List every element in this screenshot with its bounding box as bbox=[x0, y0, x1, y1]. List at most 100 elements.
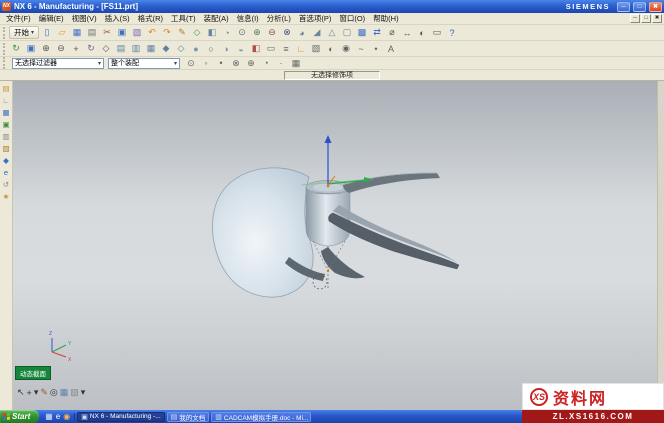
menu-item[interactable]: 编辑(E) bbox=[35, 13, 68, 24]
immediate-hide-icon[interactable]: ◉ bbox=[339, 42, 353, 55]
right-view-icon[interactable]: ▦ bbox=[144, 42, 158, 55]
zoom-in-icon[interactable]: ⊕ bbox=[39, 42, 53, 55]
quadrant-point-icon[interactable]: ◔ bbox=[259, 57, 273, 70]
start-menu-button[interactable]: 开始 ▾ bbox=[9, 26, 39, 39]
menu-item[interactable]: 信息(I) bbox=[233, 13, 263, 24]
history-icon[interactable]: ↺ bbox=[1, 179, 12, 189]
existing-point-icon[interactable]: · bbox=[274, 57, 288, 70]
machine-tool-navigator-icon[interactable]: ▥ bbox=[1, 131, 12, 141]
toolbar-grip[interactable] bbox=[3, 43, 6, 55]
menu-item[interactable]: 工具(T) bbox=[167, 13, 200, 24]
print-icon[interactable]: ▤ bbox=[85, 26, 99, 39]
menu-item[interactable]: 文件(F) bbox=[2, 13, 35, 24]
show-hide-toggle-icon[interactable]: ◐ bbox=[324, 42, 338, 55]
point-icon[interactable]: • bbox=[369, 42, 383, 55]
task-word-doc[interactable]: ▥ CADCAM模拟手册.doc - Mi... bbox=[211, 412, 311, 422]
curve-icon[interactable]: ~ bbox=[354, 42, 368, 55]
menu-item[interactable]: 首选项(P) bbox=[295, 13, 336, 24]
perspective-icon[interactable]: ◇ bbox=[99, 42, 113, 55]
revolve-icon[interactable]: ◔ bbox=[220, 26, 234, 39]
pattern-icon[interactable]: ▩ bbox=[355, 26, 369, 39]
start-button[interactable]: Start bbox=[0, 410, 39, 423]
shaded-view-icon[interactable]: ● bbox=[189, 42, 203, 55]
graphics-window[interactable]: Z X Y 动态截面 ↖+▾✎◎▦▧▾ bbox=[13, 81, 657, 410]
refresh-icon[interactable]: ↻ bbox=[9, 42, 23, 55]
menu-item[interactable]: 视图(V) bbox=[68, 13, 101, 24]
cut-icon[interactable]: ✂ bbox=[100, 26, 114, 39]
front-view-icon[interactable]: ▤ bbox=[114, 42, 128, 55]
zoom-tool-icon[interactable]: ◎ bbox=[50, 387, 58, 398]
edge-blend-icon[interactable]: ◕ bbox=[295, 26, 309, 39]
mdi-close-button[interactable]: ✖ bbox=[652, 14, 662, 23]
chevron-down-icon[interactable]: ▾ bbox=[34, 387, 39, 398]
trimetric-view-icon[interactable]: ◇ bbox=[174, 42, 188, 55]
menu-item[interactable]: 装配(A) bbox=[200, 13, 233, 24]
mdi-maximize-button[interactable]: □ bbox=[641, 14, 651, 23]
pan-icon[interactable]: + bbox=[69, 42, 83, 55]
assembly-navigator-icon[interactable]: ▤ bbox=[1, 83, 12, 93]
snap-point-icon[interactable]: ⊙ bbox=[184, 57, 198, 70]
section-view-icon[interactable]: ◧ bbox=[249, 42, 263, 55]
toolbar-grip[interactable] bbox=[3, 27, 6, 39]
menu-item[interactable]: 分析(L) bbox=[263, 13, 295, 24]
hole-icon[interactable]: ⊙ bbox=[235, 26, 249, 39]
top-view-icon[interactable]: ▥ bbox=[129, 42, 143, 55]
shell-icon[interactable]: ▢ bbox=[340, 26, 354, 39]
hd3d-tools-icon[interactable]: ◆ bbox=[1, 155, 12, 165]
isometric-view-icon[interactable]: ◆ bbox=[159, 42, 173, 55]
end-point-icon[interactable]: ◦ bbox=[199, 57, 213, 70]
undo-icon[interactable]: ↶ bbox=[145, 26, 159, 39]
fit-window-icon[interactable]: ▣ bbox=[24, 42, 38, 55]
new-file-icon[interactable]: ▯ bbox=[40, 26, 54, 39]
datum-plane-icon[interactable]: ◇ bbox=[190, 26, 204, 39]
display-mode-icon[interactable]: ▦ bbox=[60, 387, 69, 398]
move-object-icon[interactable]: ↔ bbox=[400, 26, 414, 39]
menu-item[interactable]: 插入(S) bbox=[101, 13, 134, 24]
snapshot-icon[interactable]: ▭ bbox=[264, 42, 278, 55]
unite-icon[interactable]: ⊕ bbox=[250, 26, 264, 39]
show-desktop-icon[interactable]: ▦ bbox=[45, 413, 53, 421]
internet-explorer-icon[interactable]: e bbox=[56, 413, 60, 421]
task-my-documents[interactable]: ▤ 我的文档 bbox=[167, 412, 210, 422]
mdi-minimize-button[interactable]: ─ bbox=[630, 14, 640, 23]
sketch-icon[interactable]: ✎ bbox=[175, 26, 189, 39]
snap-toggle-icon[interactable]: + bbox=[27, 388, 32, 398]
roles-icon[interactable]: ★ bbox=[1, 191, 12, 201]
grid-snap-icon[interactable]: ▦ bbox=[289, 57, 303, 70]
studio-render-icon[interactable]: ◑ bbox=[219, 42, 233, 55]
rotate-view-icon[interactable]: ↻ bbox=[84, 42, 98, 55]
chevron-down-icon[interactable]: ▾ bbox=[81, 387, 86, 398]
task-nx[interactable]: ▣ NX 6 - Manufacturing -... bbox=[77, 412, 164, 422]
chamfer-icon[interactable]: ◢ bbox=[310, 26, 324, 39]
close-button[interactable]: ✖ bbox=[649, 2, 662, 12]
measure-icon[interactable]: ⌀ bbox=[385, 26, 399, 39]
menu-item[interactable]: 格式(R) bbox=[134, 13, 167, 24]
subtract-icon[interactable]: ⊖ bbox=[265, 26, 279, 39]
note-icon[interactable]: A bbox=[384, 42, 398, 55]
selection-scope-dropdown[interactable]: 整个装配 ▾ bbox=[108, 58, 180, 69]
extrude-icon[interactable]: ◧ bbox=[205, 26, 219, 39]
help-icon[interactable]: ? bbox=[445, 26, 459, 39]
window-icon[interactable]: ▭ bbox=[430, 26, 444, 39]
mirror-icon[interactable]: ⇄ bbox=[370, 26, 384, 39]
save-icon[interactable]: ▦ bbox=[70, 26, 84, 39]
intersection-point-icon[interactable]: ⊗ bbox=[229, 57, 243, 70]
color-palette-icon[interactable]: ▧ bbox=[70, 387, 79, 398]
maximize-button[interactable]: □ bbox=[633, 2, 646, 12]
trim-body-icon[interactable]: △ bbox=[325, 26, 339, 39]
operation-navigator-icon[interactable]: ▣ bbox=[1, 119, 12, 129]
intersect-icon[interactable]: ⊗ bbox=[280, 26, 294, 39]
minimize-button[interactable]: ─ bbox=[617, 2, 630, 12]
wcs-dynamics-icon[interactable]: ∟ bbox=[294, 42, 308, 55]
show-hide-icon[interactable]: ◐ bbox=[415, 26, 429, 39]
media-player-icon[interactable]: ◉ bbox=[63, 413, 70, 421]
reuse-library-icon[interactable]: ▧ bbox=[1, 143, 12, 153]
part-navigator-icon[interactable]: ▦ bbox=[1, 107, 12, 117]
sketch-pencil-icon[interactable]: ✎ bbox=[40, 387, 48, 398]
redo-icon[interactable]: ↷ bbox=[160, 26, 174, 39]
menu-item[interactable]: 窗口(O) bbox=[335, 13, 369, 24]
zoom-out-icon[interactable]: ⊖ bbox=[54, 42, 68, 55]
menu-item[interactable]: 帮助(H) bbox=[369, 13, 402, 24]
constraint-navigator-icon[interactable]: ∟ bbox=[1, 95, 12, 105]
open-icon[interactable]: ▱ bbox=[55, 26, 69, 39]
